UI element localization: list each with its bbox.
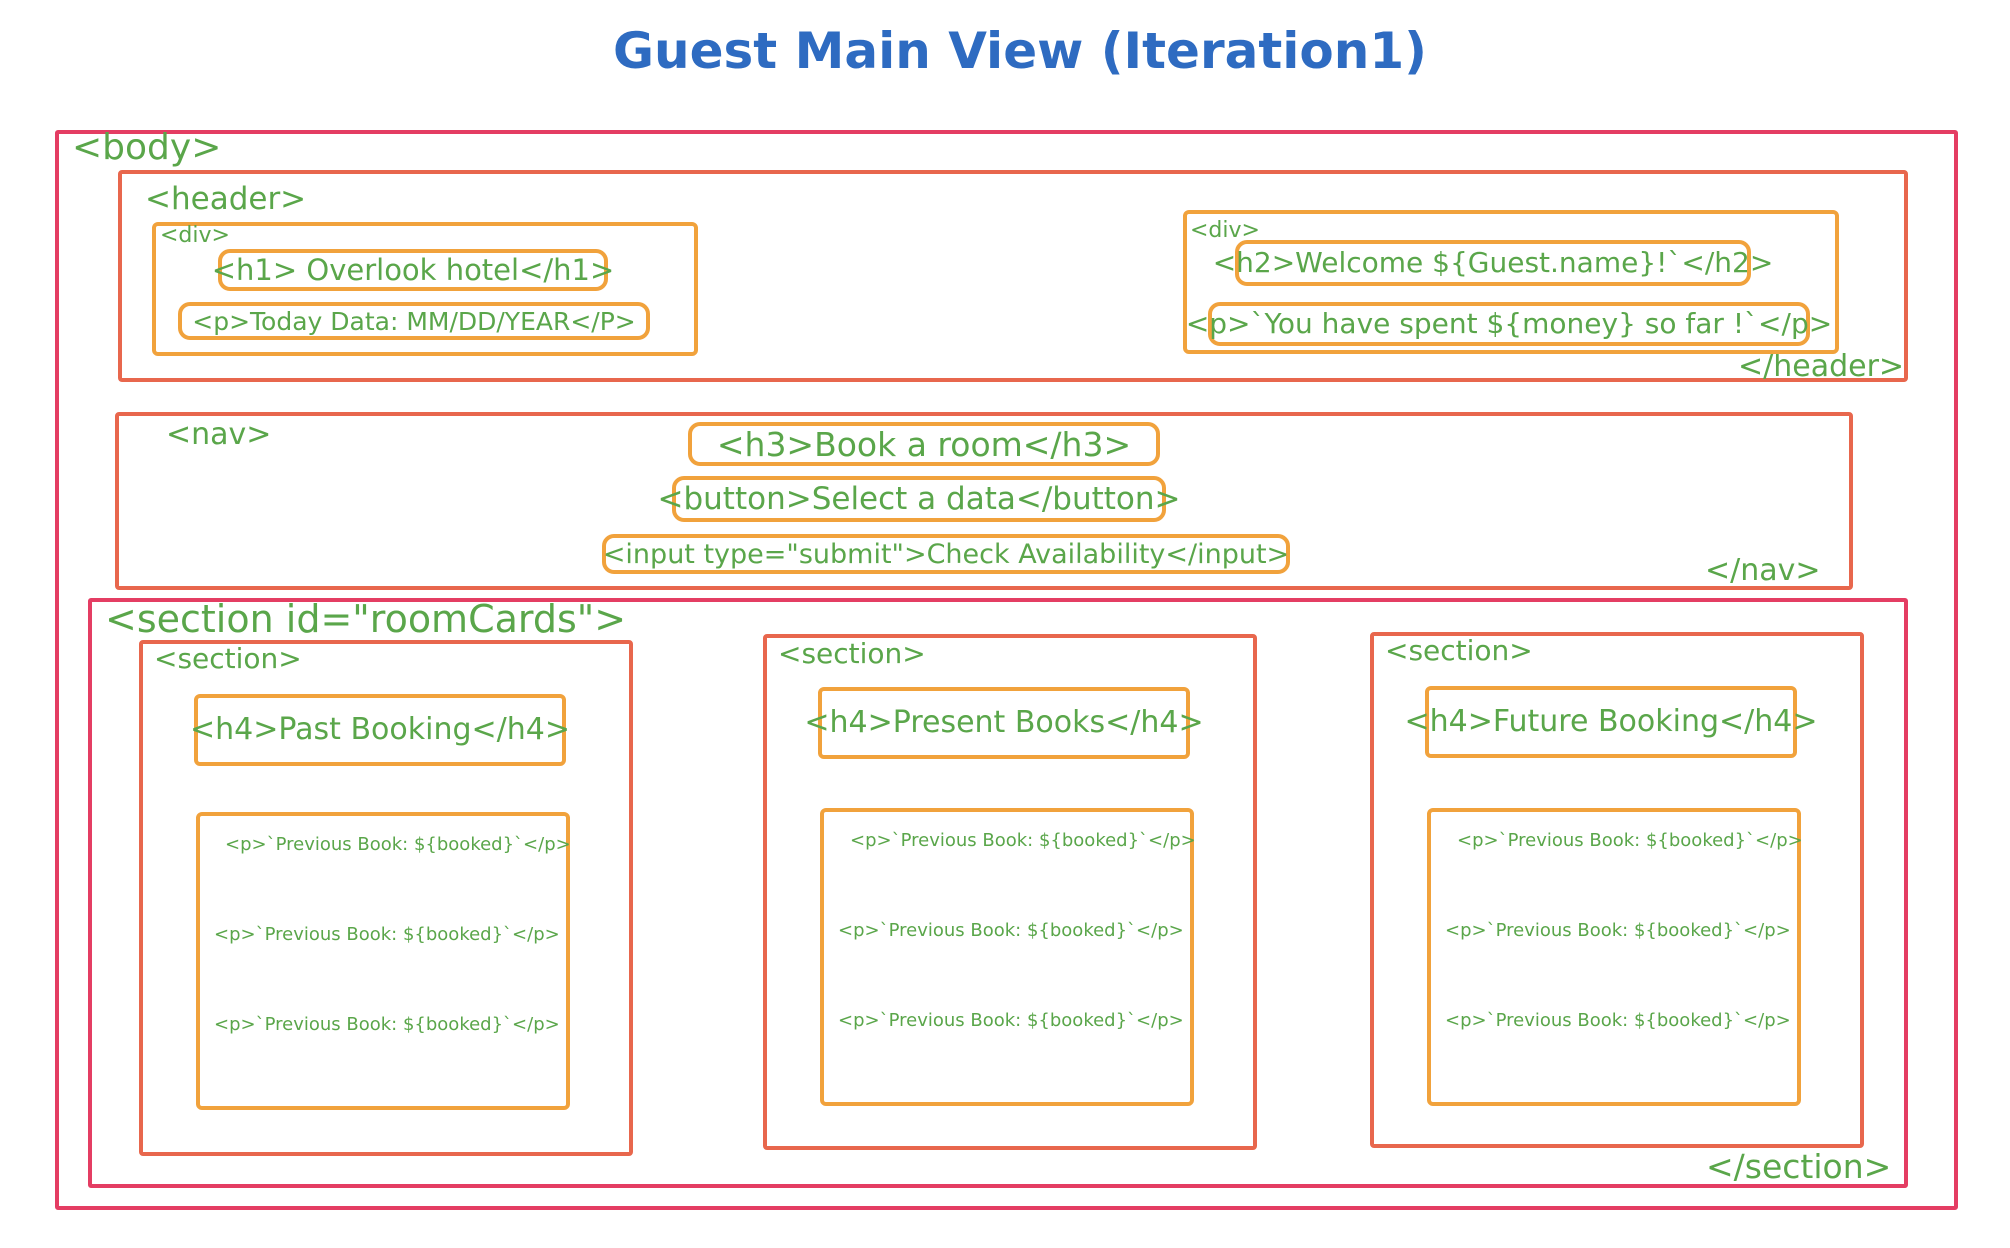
body-open-label: <body>	[72, 127, 222, 168]
button-box: <button>Select a data</button>	[658, 476, 1181, 522]
p-money-label: <p>`You have spent ${money} so far !`</p…	[1185, 307, 1833, 340]
present-books-item-2: <p>`Previous Book: ${booked}`</p>	[838, 920, 1184, 941]
header-left-div-label: <div>	[160, 223, 230, 248]
past-booking-section-label: <section>	[154, 642, 302, 675]
past-booking-item-2: <p>`Previous Book: ${booked}`</p>	[214, 924, 560, 945]
present-books-section-label: <section>	[778, 637, 926, 670]
h3-label: <h3>Book a room</h3>	[716, 424, 1132, 464]
button-label: <button>Select a data</button>	[657, 480, 1181, 517]
past-booking-h4-box: <h4>Past Booking</h4>	[190, 694, 570, 766]
header-open-label: <header>	[145, 181, 307, 217]
past-booking-item-1: <p>`Previous Book: ${booked}`</p>	[225, 834, 571, 855]
present-books-h4-box: <h4>Present Books</h4>	[804, 687, 1204, 759]
p-money-box: <p>`You have spent ${money} so far !`</p…	[1186, 302, 1832, 346]
h1-box: <h1> Overlook hotel</h1>	[212, 249, 614, 291]
past-booking-h4-label: <h4>Past Booking</h4>	[190, 712, 570, 747]
past-booking-list-box	[196, 812, 570, 1110]
room-cards-close-label: </section>	[1706, 1147, 1892, 1186]
present-books-h4-label: <h4>Present Books</h4>	[804, 705, 1204, 740]
past-booking-item-3: <p>`Previous Book: ${booked}`</p>	[214, 1014, 560, 1035]
h2-label: <h2>Welcome ${Guest.name}!`</h2>	[1212, 246, 1774, 279]
h2-box: <h2>Welcome ${Guest.name}!`</h2>	[1213, 240, 1773, 286]
present-books-item-1: <p>`Previous Book: ${booked}`</p>	[850, 830, 1196, 851]
future-booking-item-2: <p>`Previous Book: ${booked}`</p>	[1445, 920, 1791, 941]
p-date-box: <p>Today Data: MM/DD/YEAR</P>	[178, 302, 650, 340]
future-booking-item-3: <p>`Previous Book: ${booked}`</p>	[1445, 1010, 1791, 1031]
input-box: <input type="submit">Check Availability<…	[602, 534, 1290, 574]
future-booking-list-box	[1427, 808, 1801, 1106]
nav-close-label: </nav>	[1705, 553, 1821, 588]
future-booking-item-1: <p>`Previous Book: ${booked}`</p>	[1457, 830, 1803, 851]
future-booking-h4-box: <h4>Future Booking</h4>	[1405, 686, 1818, 758]
header-close-label: </header>	[1738, 349, 1905, 384]
input-label: <input type="submit">Check Availability<…	[602, 538, 1290, 570]
p-date-label: <p>Today Data: MM/DD/YEAR</P>	[192, 306, 636, 336]
present-books-item-3: <p>`Previous Book: ${booked}`</p>	[838, 1010, 1184, 1031]
nav-open-label: <nav>	[166, 417, 272, 452]
room-cards-open-label: <section id="roomCards">	[105, 597, 627, 641]
future-booking-h4-label: <h4>Future Booking</h4>	[1404, 704, 1818, 739]
header-right-div-label: <div>	[1190, 218, 1260, 243]
h1-label: <h1> Overlook hotel</h1>	[211, 252, 615, 287]
h3-box: <h3>Book a room</h3>	[688, 422, 1160, 466]
diagram-title: Guest Main View (Iteration1)	[612, 22, 1427, 80]
present-books-list-box	[820, 808, 1194, 1106]
future-booking-section-label: <section>	[1385, 634, 1533, 667]
